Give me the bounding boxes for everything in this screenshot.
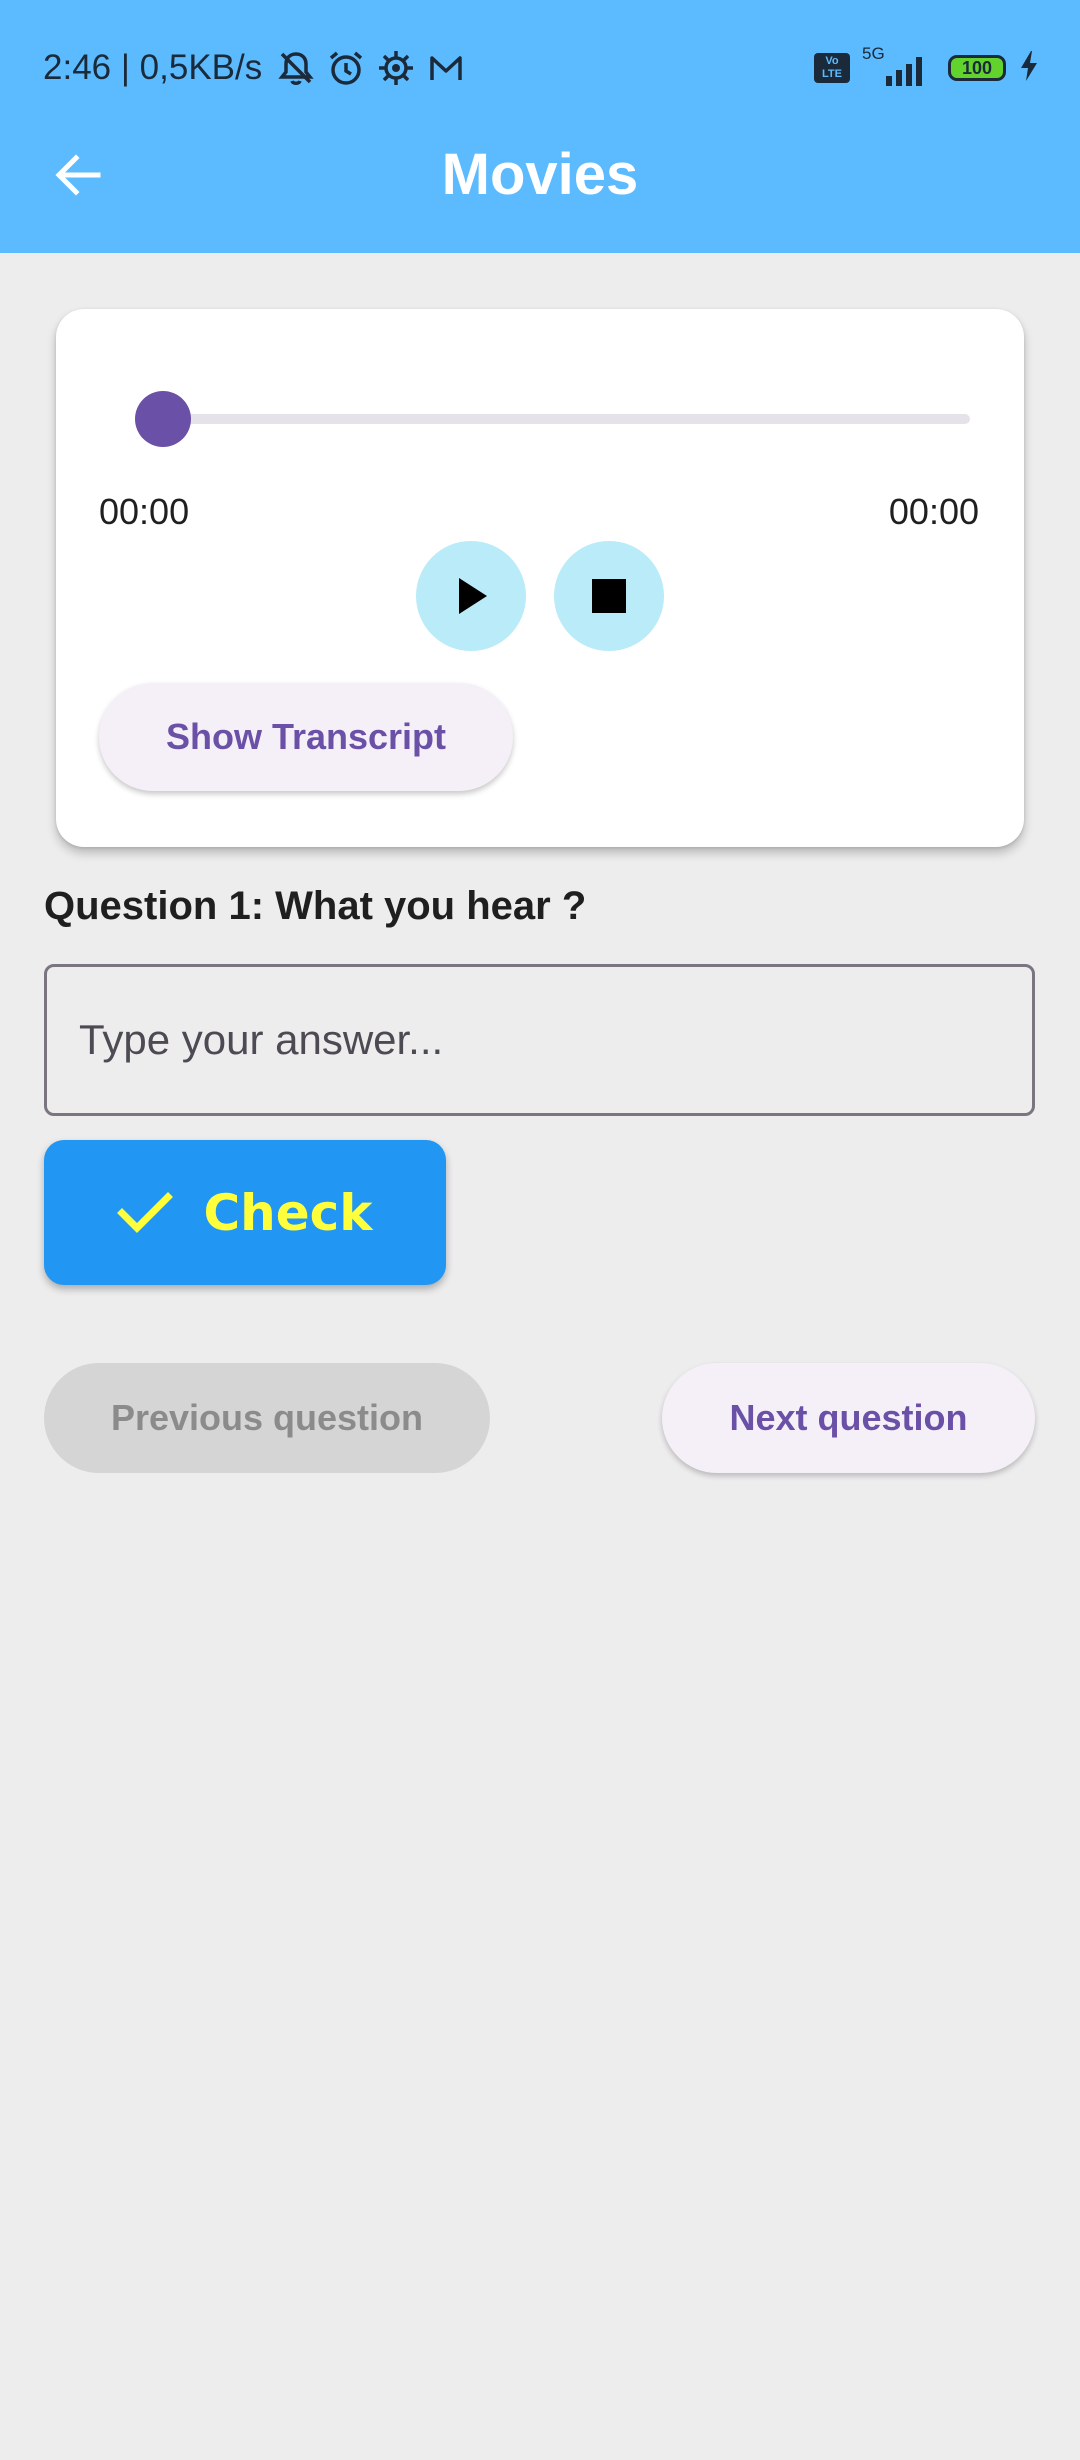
battery-indicator: 100 [948, 55, 1006, 81]
app-bar: 2:46 | 0,5KB/s Vo LTE 5G 100 Movies [0, 0, 1080, 253]
status-bar: 2:46 | 0,5KB/s Vo LTE 5G 100 [0, 0, 1080, 140]
previous-question-button[interactable]: Previous question [44, 1363, 490, 1473]
progress-slider-thumb[interactable] [135, 391, 191, 447]
signal-indicator: 5G [862, 44, 936, 90]
charging-icon [1018, 49, 1040, 88]
check-button-label: Check [203, 1183, 373, 1242]
status-right: Vo LTE 5G 100 [814, 44, 1040, 90]
check-button[interactable]: Check [44, 1140, 446, 1285]
show-transcript-button[interactable]: Show Transcript [99, 683, 513, 791]
alarm-clock-icon [326, 48, 366, 88]
mail-icon [426, 48, 466, 88]
progress-slider-track[interactable] [164, 414, 970, 424]
volte-badge: Vo LTE [814, 53, 850, 83]
total-time: 00:00 [888, 491, 979, 532]
muted-bell-icon [276, 48, 316, 88]
settings-gear-icon [376, 48, 416, 88]
status-icons [276, 48, 466, 88]
question-text: Question 1: What you hear ? [44, 884, 587, 928]
next-question-button[interactable]: Next question [662, 1363, 1035, 1473]
checkmark-icon [117, 1191, 174, 1233]
audio-player-card: 00:00 00:00 Show Transcript [56, 309, 1024, 847]
status-time-speed: 2:46 | 0,5KB/s [43, 48, 263, 87]
current-time: 00:00 [99, 491, 190, 532]
stop-icon [592, 579, 626, 613]
play-icon [459, 578, 487, 614]
status-left: 2:46 | 0,5KB/s [43, 46, 466, 90]
stop-button[interactable] [554, 541, 664, 651]
answer-input[interactable] [44, 964, 1035, 1116]
page-title: Movies [441, 142, 639, 207]
play-button[interactable] [416, 541, 526, 651]
signal-bars-icon [886, 57, 922, 86]
